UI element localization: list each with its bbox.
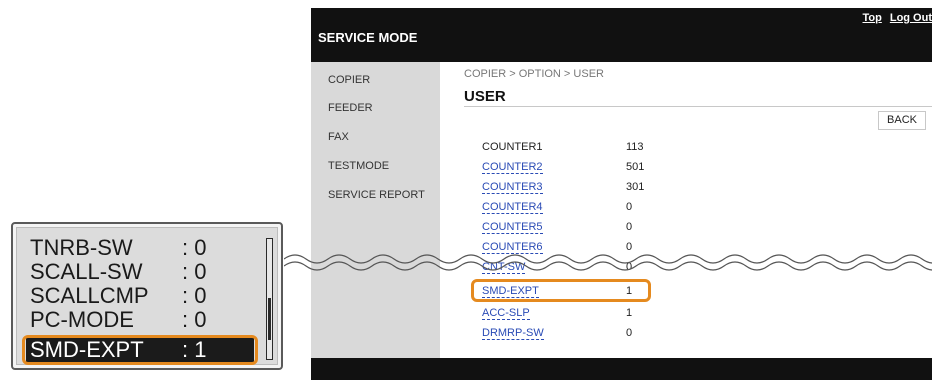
back-button[interactable]: BACK xyxy=(878,111,926,130)
sidebar-item-testmode[interactable]: TESTMODE xyxy=(328,160,389,172)
lcd-scrollbar-thumb[interactable] xyxy=(268,298,271,340)
setting-value: 501 xyxy=(626,161,645,173)
sidebar-item-copier[interactable]: COPIER xyxy=(328,74,370,86)
setting-link[interactable]: COUNTER3 xyxy=(482,181,543,194)
sidebar-item-service-report[interactable]: SERVICE REPORT xyxy=(328,189,425,201)
lcd-row-key: SCALL-SW xyxy=(30,259,143,284)
setting-value: 301 xyxy=(626,181,645,193)
setting-value: 0 xyxy=(626,201,633,213)
lcd-row-value: : 0 xyxy=(182,283,207,308)
lcd-row-value: : 0 xyxy=(182,259,207,284)
setting-link[interactable]: DRMRP-SW xyxy=(482,327,544,340)
header-links: Top Log Out xyxy=(855,12,932,24)
footer-bar xyxy=(311,358,932,380)
omission-wave-divider xyxy=(284,254,932,271)
row-highlight-smd-expt xyxy=(471,279,651,302)
title-divider xyxy=(464,106,932,107)
setting-link[interactable]: COUNTER2 xyxy=(482,161,543,174)
lcd-row-key: TNRB-SW xyxy=(30,235,133,260)
lcd-row-value: : 0 xyxy=(182,307,207,332)
top-link[interactable]: Top xyxy=(863,12,882,24)
logout-link[interactable]: Log Out xyxy=(890,12,932,24)
header-bar: SERVICE MODE Top Log Out xyxy=(311,8,932,62)
sidebar-item-fax[interactable]: FAX xyxy=(328,131,349,143)
app-title: SERVICE MODE xyxy=(318,30,418,45)
setting-link[interactable]: COUNTER4 xyxy=(482,201,543,214)
lcd-selection-highlight xyxy=(22,335,258,365)
page-title: USER xyxy=(464,88,506,105)
breadcrumb: COPIER > OPTION > USER xyxy=(464,68,604,80)
lcd-panel: TNRB-SW : 0 SCALL-SW : 0 SCALLCMP : 0 PC… xyxy=(11,222,283,370)
setting-link[interactable]: COUNTER5 xyxy=(482,221,543,234)
lcd-screen: TNRB-SW : 0 SCALL-SW : 0 SCALLCMP : 0 PC… xyxy=(16,227,278,365)
setting-value: 113 xyxy=(626,141,644,153)
service-mode-window: SERVICE MODE Top Log Out COPIER FEEDER FA… xyxy=(311,8,932,380)
sidebar-item-feeder[interactable]: FEEDER xyxy=(328,102,373,114)
lcd-row-value: : 0 xyxy=(182,235,207,260)
setting-label: COUNTER1 xyxy=(482,141,543,153)
sidebar: COPIER FEEDER FAX TESTMODE SERVICE REPOR… xyxy=(311,62,440,358)
setting-value: 0 xyxy=(626,327,633,339)
setting-value: 0 xyxy=(626,221,633,233)
setting-value: 1 xyxy=(626,307,633,319)
lcd-scrollbar[interactable] xyxy=(266,238,273,360)
lcd-row-key: SCALLCMP xyxy=(30,283,149,308)
setting-link[interactable]: ACC-SLP xyxy=(482,307,530,320)
lcd-row-key: PC-MODE xyxy=(30,307,134,332)
